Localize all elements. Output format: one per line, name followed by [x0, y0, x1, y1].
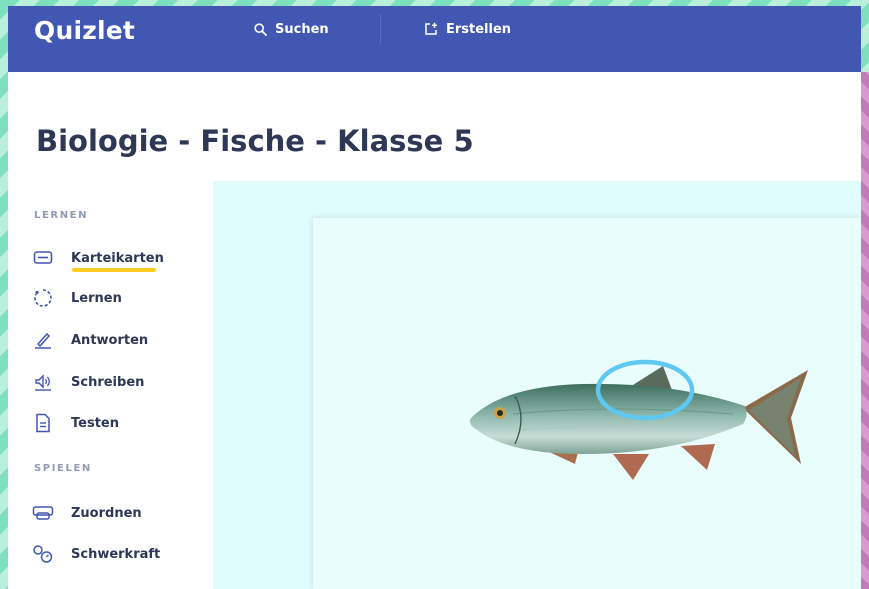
sidebar-item-lernen[interactable]: Lernen	[32, 286, 122, 310]
top-navigation-bar: Quizlet Suchen Erstellen	[8, 6, 861, 72]
page-title: Biologie - Fische - Klasse 5	[36, 124, 474, 158]
sidebar-item-label: Zuordnen	[71, 505, 142, 521]
match-icon	[32, 503, 54, 523]
sidebar-item-schreiben[interactable]: Schreiben	[32, 370, 144, 394]
sidebar-item-schwerkraft[interactable]: Schwerkraft	[32, 542, 160, 566]
create-button[interactable]: Erstellen	[424, 18, 511, 40]
nav-divider	[380, 14, 381, 44]
sidebar-item-label: Antworten	[71, 332, 149, 348]
search-icon	[254, 22, 267, 36]
sidebar-item-zuordnen[interactable]: Zuordnen	[32, 501, 142, 525]
sidebar-item-label: Schreiben	[71, 374, 145, 390]
sidebar-item-karteikarten[interactable]: Karteikarten	[32, 246, 164, 270]
pen-icon	[32, 330, 54, 350]
section-label-learn: LERNEN	[34, 210, 89, 221]
flashcards-icon	[32, 248, 54, 268]
sidebar-item-antworten[interactable]: Antworten	[32, 328, 148, 352]
sidebar-item-testen[interactable]: Testen	[32, 411, 119, 435]
fish-image	[469, 359, 808, 480]
gravity-icon	[32, 544, 54, 564]
flashcard[interactable]	[313, 218, 861, 589]
sidebar-item-label: Karteikarten	[71, 250, 164, 266]
speaker-icon	[32, 372, 54, 392]
quizlet-logo[interactable]: Quizlet	[34, 16, 135, 45]
sidebar-item-label: Testen	[71, 415, 119, 431]
search-label: Suchen	[275, 21, 329, 37]
search-button[interactable]: Suchen	[254, 18, 329, 40]
test-document-icon	[32, 413, 54, 433]
active-tab-indicator	[72, 268, 156, 272]
sidebar-item-label: Schwerkraft	[71, 546, 161, 562]
create-icon	[425, 22, 437, 35]
quizlet-window: Quizlet Suchen Erstellen Biologie - Fisc…	[8, 6, 861, 589]
section-label-play: SPIELEN	[34, 463, 92, 474]
learn-cycle-icon	[32, 288, 54, 308]
create-label: Erstellen	[446, 21, 512, 37]
sidebar-item-label: Lernen	[71, 290, 122, 306]
